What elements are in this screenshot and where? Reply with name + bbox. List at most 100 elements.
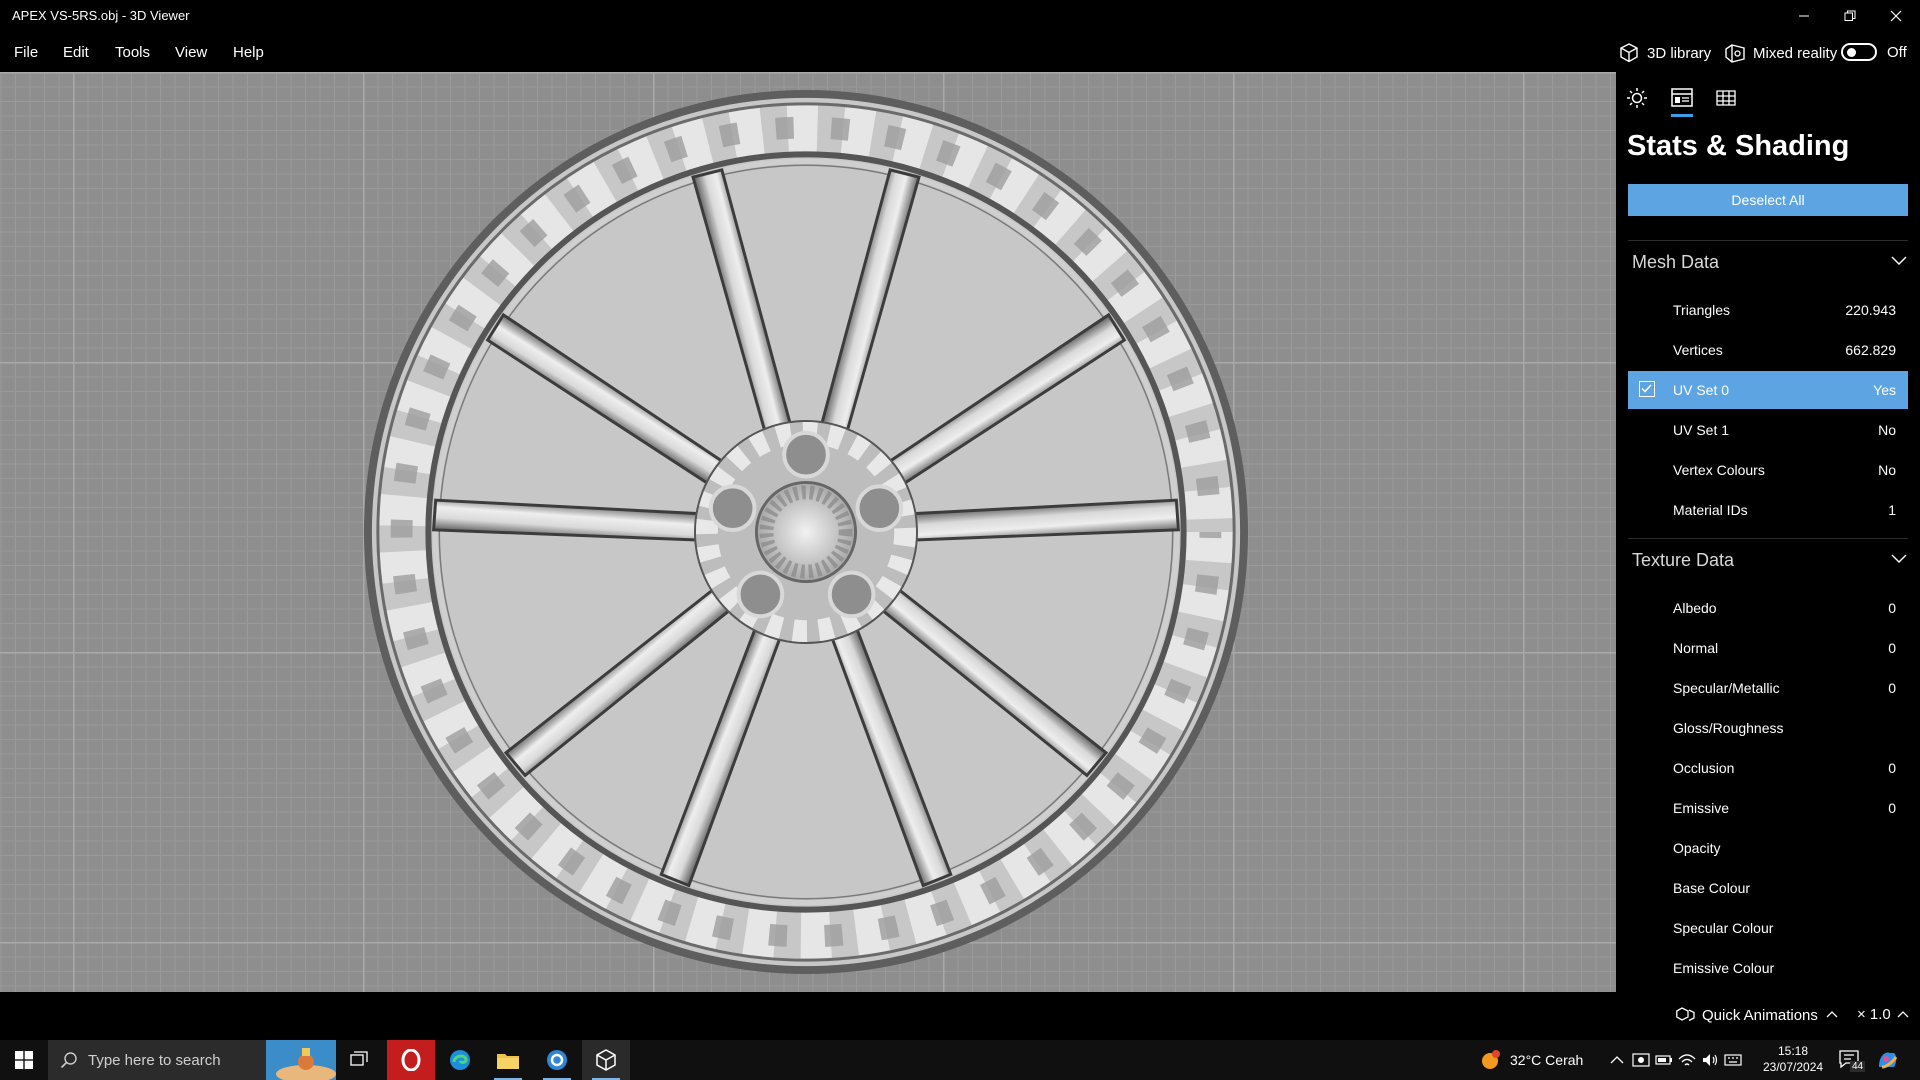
texture-row-albedo[interactable]: Albedo 0 [1628,589,1908,627]
texture-row-normal[interactable]: Normal 0 [1628,629,1908,667]
grid-icon[interactable] [1714,86,1738,110]
row-label: Emissive Colour [1673,960,1775,976]
deselect-all-button[interactable]: Deselect All [1628,184,1908,216]
title-bar: APEX VS-5RS.obj - 3D Viewer [0,0,1920,32]
close-button[interactable] [1873,0,1919,32]
mesh-data-header[interactable]: Mesh Data [1632,247,1908,277]
minimize-icon [1799,15,1809,17]
toggle-knob [1847,48,1856,57]
notification-center-button[interactable]: 44 [1838,1049,1866,1074]
menu-edit[interactable]: Edit [63,44,89,61]
window-title: APEX VS-5RS.obj - 3D Viewer [12,8,190,23]
row-value: No [1878,422,1896,438]
taskbar-app-browser[interactable] [533,1040,581,1080]
weather-sun-icon [1482,1050,1500,1069]
windows-logo-icon [15,1051,33,1069]
row-value: 0 [1888,680,1896,696]
mixed-reality-toggle[interactable]: Off [1841,43,1907,61]
menu-bar: File Edit Tools View Help 3D library Mix… [0,32,1920,72]
texture-row-specular-colour[interactable]: Specular Colour [1628,909,1908,947]
sun-icon[interactable] [1625,86,1649,110]
animation-speed: × 1.0 [1857,1006,1891,1023]
copilot-button[interactable] [1876,1049,1900,1076]
divider [1628,240,1908,241]
3d-viewport[interactable] [0,72,1616,992]
texture-row-emissive[interactable]: Emissive 0 [1628,789,1908,827]
row-value: 0 [1888,760,1896,776]
animation-speed-button[interactable]: × 1.0 [1857,1006,1909,1023]
menu-file[interactable]: File [14,44,38,61]
taskbar-app-edge[interactable] [436,1040,484,1080]
task-view-button[interactable] [336,1040,384,1080]
3d-library-button[interactable]: 3D library [1618,42,1711,64]
row-label: Vertex Colours [1673,462,1765,478]
clock-time: 15:18 [1777,1044,1809,1058]
chevron-up-icon[interactable] [1610,1053,1624,1067]
texture-data-header[interactable]: Texture Data [1632,545,1908,575]
row-label: Material IDs [1673,502,1748,518]
uv-set-0-checkbox[interactable] [1639,381,1655,397]
row-value: 662.829 [1845,342,1896,358]
active-tab-indicator [1671,114,1693,117]
mesh-row-vertex-colours[interactable]: Vertex Colours No [1628,451,1908,489]
texture-row-specular-metallic[interactable]: Specular/Metallic 0 [1628,669,1908,707]
restore-icon [1844,10,1856,21]
battery-icon[interactable] [1655,1052,1673,1068]
texture-row-opacity[interactable]: Opacity [1628,829,1908,867]
mixed-reality-icon [1725,44,1745,63]
menu-tools[interactable]: Tools [115,44,150,61]
row-label: Base Colour [1673,880,1751,896]
menu-help[interactable]: Help [233,44,264,61]
weather-text: 32°C Cerah [1510,1052,1584,1068]
menu-view[interactable]: View [175,44,207,61]
stats-shading-panel: Stats & Shading Deselect All Mesh Data T… [1616,72,1920,992]
mesh-row-uv-set-0[interactable]: UV Set 0 Yes [1628,371,1908,409]
chevron-down-icon[interactable] [1890,251,1908,269]
taskbar-app-file-explorer[interactable] [484,1040,532,1080]
volume-icon[interactable] [1701,1052,1719,1068]
mixed-reality-label: Mixed reality [1753,44,1838,62]
texture-row-gloss-roughness[interactable]: Gloss/Roughness [1628,709,1908,747]
mesh-row-triangles: Triangles 220.943 [1628,291,1908,329]
texture-row-occlusion[interactable]: Occlusion 0 [1628,749,1908,787]
mesh-row-vertices: Vertices 662.829 [1628,331,1908,369]
chevron-down-icon[interactable] [1890,549,1908,567]
mesh-row-uv-set-1[interactable]: UV Set 1 No [1628,411,1908,449]
mesh-data-heading: Mesh Data [1632,252,1720,272]
3d-library-label: 3D library [1647,44,1712,62]
texture-row-emissive-colour[interactable]: Emissive Colour [1628,949,1908,987]
wifi-icon[interactable] [1678,1052,1696,1068]
mixed-reality-button[interactable]: Mixed reality [1724,42,1837,64]
taskbar-search[interactable]: Type here to search [48,1040,336,1080]
animation-icon [1676,1007,1695,1022]
keyboard-icon[interactable] [1724,1052,1742,1068]
meet-now-icon[interactable] [1632,1052,1650,1068]
row-label: Occlusion [1673,760,1735,776]
quick-animations-button[interactable]: Quick Animations [1676,1006,1838,1024]
3d-viewer-icon [596,1049,616,1071]
minimize-button[interactable] [1781,0,1827,32]
row-label: Specular/Metallic [1673,680,1780,696]
search-highlight-icon [266,1040,336,1080]
weather-widget[interactable]: 32°C Cerah [1480,1049,1583,1071]
texture-data-heading: Texture Data [1632,550,1735,570]
task-view-icon [350,1051,368,1066]
cube-icon [1620,43,1638,63]
toggle-switch[interactable] [1841,43,1877,61]
clock[interactable]: 15:18 23/07/2024 [1763,1043,1823,1075]
row-label: UV Set 0 [1673,382,1730,398]
mesh-row-material-ids[interactable]: Material IDs 1 [1628,491,1908,529]
taskbar-app-3d-viewer[interactable] [582,1040,630,1080]
search-icon [60,1052,77,1069]
row-value: 0 [1888,640,1896,656]
restore-button[interactable] [1827,0,1873,32]
chevron-up-icon [1826,1011,1838,1018]
taskbar-app-opera[interactable] [387,1040,435,1080]
wheel-model[interactable] [360,86,1252,978]
mixed-reality-state: Off [1887,43,1907,61]
row-label: Emissive [1673,800,1730,816]
folder-icon [497,1054,519,1069]
stats-shading-icon[interactable] [1670,86,1694,110]
start-button[interactable] [0,1040,48,1080]
texture-row-base-colour[interactable]: Base Colour [1628,869,1908,907]
